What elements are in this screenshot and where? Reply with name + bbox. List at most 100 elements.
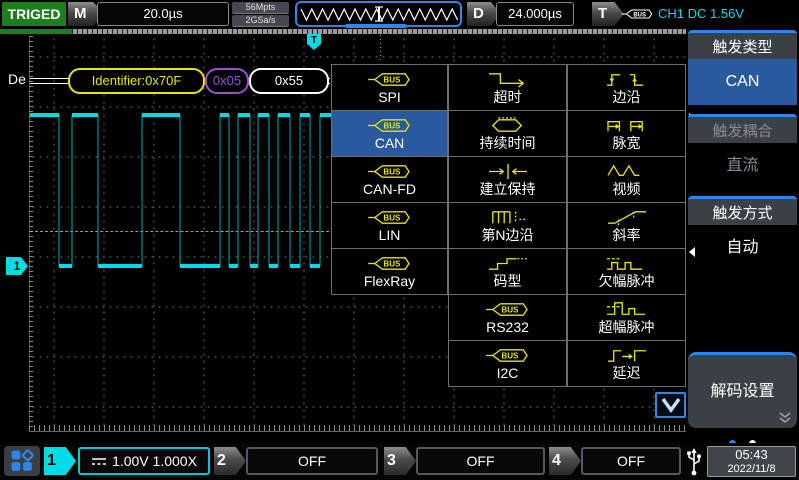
- trigger-coupling-value[interactable]: 直流: [688, 143, 797, 189]
- svg-text:BUS: BUS: [501, 305, 519, 314]
- menu-item-pattern[interactable]: 码型: [448, 248, 567, 295]
- setup-hold-icon: [484, 162, 532, 181]
- timebase-value[interactable]: 20.0µs: [97, 2, 229, 26]
- memory-depth[interactable]: 56Mpts: [232, 2, 289, 14]
- trigger-coupling-header: 触发耦合: [688, 114, 797, 143]
- trigger-type-value[interactable]: CAN: [688, 59, 797, 105]
- app-logo-icon: [10, 449, 34, 473]
- channel1-level-marker[interactable]: 1: [6, 257, 28, 275]
- svg-text:BUS: BUS: [501, 351, 519, 360]
- slope-icon: [603, 208, 651, 227]
- menu-item-i2c[interactable]: BUS I2C: [448, 340, 567, 387]
- overview-window-notch: [345, 24, 407, 28]
- menu-item-label: 欠幅脉冲: [599, 273, 655, 290]
- decode-bus-label: De: [8, 71, 26, 87]
- svg-text:BUS: BUS: [633, 12, 646, 18]
- graticule-left-ticks: [29, 36, 33, 431]
- menu-item-pulse-width[interactable]: 脉宽: [567, 110, 686, 157]
- usb-device-indicator: [684, 446, 704, 477]
- chevron-down-double-icon: [778, 412, 792, 424]
- status-bar: TRIGED M 20.0µs 56Mpts 2GSa/s D 24.000µs…: [0, 0, 799, 28]
- menu-item-label: 码型: [494, 273, 522, 290]
- memory-position-ruler: [72, 29, 686, 34]
- menu-item-label: RS232: [486, 319, 529, 336]
- channel3-settings[interactable]: OFF: [416, 447, 545, 475]
- menu-item-label: 第N边沿: [481, 227, 533, 244]
- menu-item-can[interactable]: BUS CAN: [331, 110, 448, 157]
- menu-item-lin[interactable]: BUS LIN: [331, 202, 448, 249]
- menu-item-edge[interactable]: 边沿: [567, 64, 686, 111]
- edge-icon: [603, 70, 651, 89]
- center-position-line: [380, 35, 381, 63]
- svg-text:BUS: BUS: [383, 213, 401, 222]
- trigger-mode-header: 触发方式: [688, 196, 797, 225]
- date-readout: 2022/11/8: [708, 463, 795, 476]
- channel1-scale: 1.00V 1.000X: [112, 453, 197, 469]
- overamp-icon: [603, 300, 651, 319]
- channel2-badge[interactable]: 2: [214, 447, 246, 475]
- menu-item-label: 持续时间: [480, 135, 536, 152]
- soft-menu-sidebar: 触发类型 CAN 触发耦合 直流 触发方式 自动 解码设置: [686, 28, 799, 443]
- menu-item-video[interactable]: 视频: [567, 156, 686, 203]
- runt-icon: [603, 254, 651, 273]
- duration-icon: [484, 116, 532, 135]
- svg-text:BUS: BUS: [383, 121, 401, 130]
- menu-item-spi[interactable]: BUS SPI: [331, 64, 448, 111]
- svg-text:BUS: BUS: [383, 167, 401, 176]
- menu-item-label: I2C: [497, 365, 519, 382]
- home-menu-button[interactable]: [4, 446, 40, 476]
- channel4-state: OFF: [617, 453, 645, 469]
- channel2-settings[interactable]: OFF: [246, 447, 378, 475]
- menu-item-rs232[interactable]: BUS RS232: [448, 294, 567, 341]
- menu-item-overamp[interactable]: 超幅脉冲: [567, 294, 686, 341]
- graticule-bottom-line: [29, 431, 686, 432]
- svg-text:BUS: BUS: [383, 259, 401, 268]
- trigger-source-readout: CH1 DC 1.56V: [658, 2, 744, 26]
- menu-scroll-down-button[interactable]: [655, 392, 686, 418]
- decode-data-bubble: 0x55: [249, 68, 329, 94]
- chevron-down-icon: [660, 397, 682, 413]
- menu-item-label: SPI: [378, 89, 401, 106]
- menu-item-duration[interactable]: 持续时间: [448, 110, 567, 157]
- bus-icon: BUS: [366, 162, 414, 181]
- menu-item-label: CAN-FD: [363, 181, 416, 198]
- nth-edge-icon: [484, 208, 532, 227]
- channel1-badge[interactable]: 1: [44, 447, 76, 475]
- sample-rate[interactable]: 2GSa/s: [232, 15, 289, 27]
- menu-item-label: 建立保持: [480, 181, 536, 198]
- menu-item-flexray[interactable]: BUS FlexRay: [331, 248, 448, 295]
- bus-icon: BUS: [484, 346, 532, 365]
- menu-item-label: 视频: [613, 181, 641, 198]
- channel4-badge[interactable]: 4: [549, 447, 581, 475]
- trigger-mode-value[interactable]: 自动: [688, 225, 797, 271]
- menu-item-label: FlexRay: [364, 273, 415, 290]
- timeout-icon: [484, 70, 532, 89]
- time-readout: 05:43: [708, 447, 795, 463]
- menu-item-delay[interactable]: 延迟: [567, 340, 686, 387]
- delay-value[interactable]: 24.000µs: [496, 2, 574, 26]
- menu-item-can-fd[interactable]: BUS CAN-FD: [331, 156, 448, 203]
- menu-item-slope[interactable]: 斜率: [567, 202, 686, 249]
- menu-item-timeout[interactable]: 超时: [448, 64, 567, 111]
- channel-status-bar: 1 1.00V 1.000X 2 OFF 3 OFF 4 OFF: [0, 443, 799, 480]
- channel4-settings[interactable]: OFF: [581, 447, 681, 475]
- channel3-badge[interactable]: 3: [384, 447, 416, 475]
- bus-icon: BUS: [366, 208, 414, 227]
- svg-text:BUS: BUS: [383, 75, 401, 84]
- menu-item-nth-edge[interactable]: 第N边沿: [448, 202, 567, 249]
- menu-item-setup-hold[interactable]: 建立保持: [448, 156, 567, 203]
- softkey-arrow-icon: [689, 247, 695, 257]
- menu-item-label: 延迟: [613, 365, 641, 382]
- delay-icon: [603, 346, 651, 365]
- bus-icon: BUS: [484, 300, 532, 319]
- menu-middle-column: 超时 持续时间 建立保持 第N边沿 码型 BUS RS232 BUS I2C: [448, 65, 567, 387]
- channel3-state: OFF: [467, 453, 495, 469]
- menu-item-label: 边沿: [613, 89, 641, 106]
- pattern-icon: [484, 254, 532, 273]
- menu-item-label: 脉宽: [613, 135, 641, 152]
- channel1-settings[interactable]: 1.00V 1.000X: [78, 447, 210, 475]
- menu-item-runt[interactable]: 欠幅脉冲: [567, 248, 686, 295]
- trigger-bus-icon: BUS: [621, 6, 653, 27]
- menu-item-label: 斜率: [613, 227, 641, 244]
- dc-coupling-icon: [91, 457, 107, 466]
